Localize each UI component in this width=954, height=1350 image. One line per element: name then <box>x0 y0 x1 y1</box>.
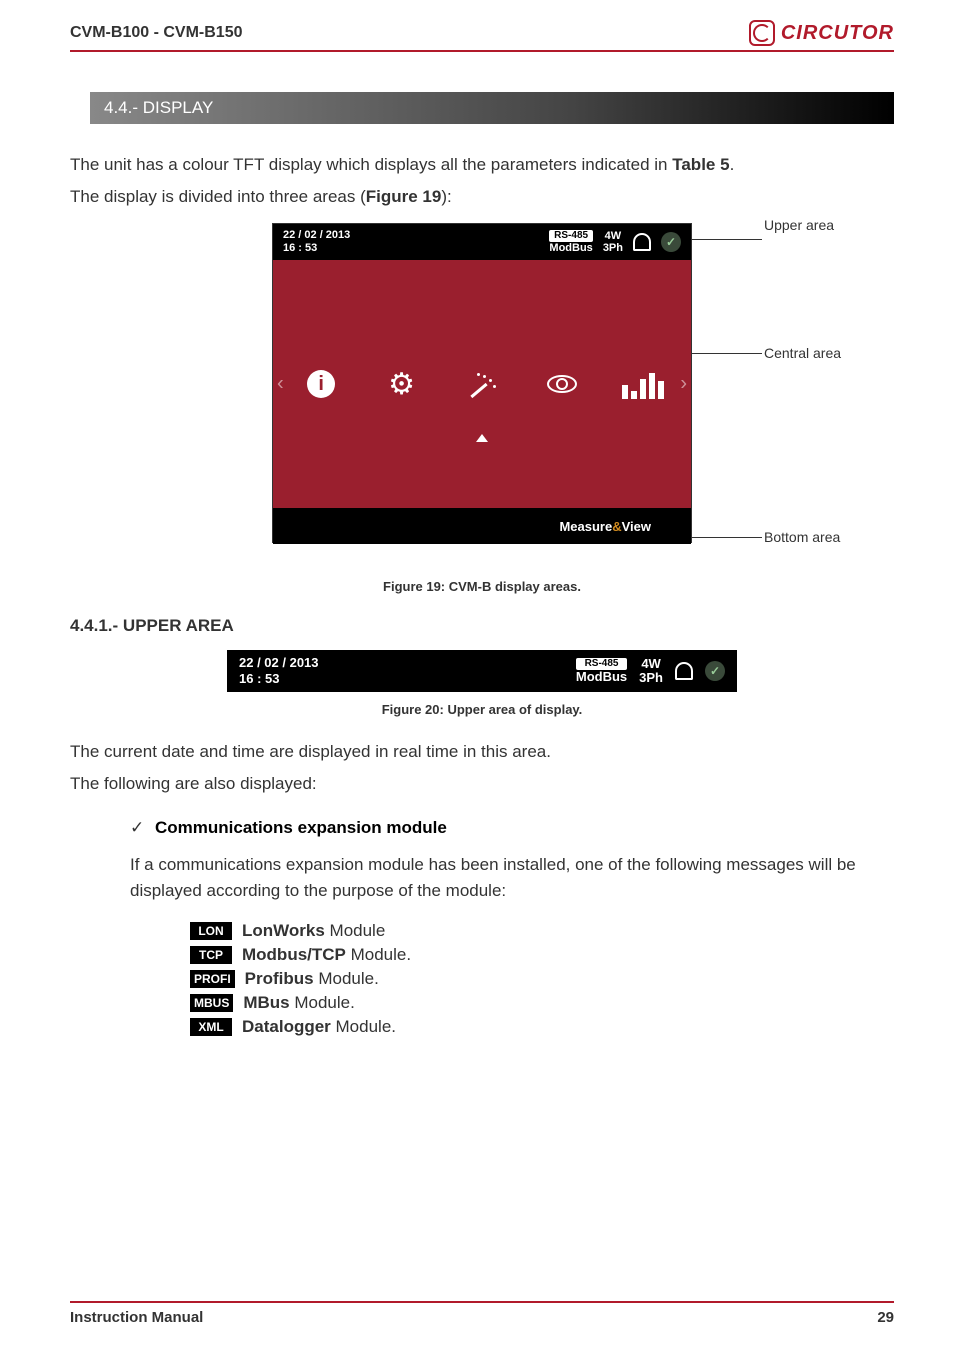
tag-xml: XML <box>190 1018 232 1036</box>
figure-ref: Figure 19 <box>366 187 442 206</box>
rs485-block: RS-485 ModBus <box>549 230 592 254</box>
tag-profi: PROFI <box>190 970 235 988</box>
module-xml-text: Datalogger Module. <box>242 1017 396 1037</box>
intro-2a: The display is divided into three areas … <box>70 187 366 206</box>
module-tcp-rest: Module. <box>346 945 411 964</box>
device-screen: 22 / 02 / 2013 16 : 53 RS-485 ModBus 4W … <box>272 223 692 543</box>
module-row-xml: XML Datalogger Module. <box>190 1017 894 1037</box>
screen-central-area: ‹ i › <box>273 260 691 508</box>
check-icon: ✓ <box>661 232 681 252</box>
callout-line-central <box>692 353 762 354</box>
module-profi-rest: Module. <box>314 969 379 988</box>
bottom-amp: & <box>612 519 621 534</box>
brand-logo: CIRCUTOR <box>749 20 894 46</box>
f20-datetime: 22 / 02 / 2013 16 : 53 <box>239 655 319 686</box>
intro-line-2: The display is divided into three areas … <box>70 184 894 210</box>
info-menu-icon: i <box>303 366 339 402</box>
module-profi-bold: Profibus <box>245 969 314 988</box>
module-mbus-bold: MBus <box>243 993 289 1012</box>
footer-left: Instruction Manual <box>70 1309 203 1326</box>
circutor-icon <box>749 20 775 46</box>
module-mbus-text: MBus Module. <box>243 993 354 1013</box>
module-lon-text: LonWorks Module <box>242 921 385 941</box>
callout-upper: Upper area <box>764 217 834 233</box>
datetime-block: 22 / 02 / 2013 16 : 53 <box>283 229 350 255</box>
table-ref: Table 5 <box>672 155 729 174</box>
callout-central: Central area <box>764 345 841 361</box>
screen-upper-area: 22 / 02 / 2013 16 : 53 RS-485 ModBus 4W … <box>273 224 691 260</box>
callout-line-bottom <box>692 537 762 538</box>
date-text: 22 / 02 / 2013 <box>283 229 350 242</box>
intro-1c: . <box>730 155 735 174</box>
intro-1a: The unit has a colour TFT display which … <box>70 155 672 174</box>
bottom-text-b: View <box>622 519 651 534</box>
device-wrap: 22 / 02 / 2013 16 : 53 RS-485 ModBus 4W … <box>272 223 692 543</box>
callout-line-upper <box>692 239 762 240</box>
f20-time: 16 : 53 <box>239 671 319 687</box>
comm-title: Communications expansion module <box>155 818 447 837</box>
page-header: CVM-B100 - CVM-B150 CIRCUTOR <box>70 20 894 52</box>
gear-icon <box>384 366 420 402</box>
f20-rs485-block: RS-485 ModBus <box>576 658 627 684</box>
comm-desc: If a communications expansion module has… <box>130 852 894 903</box>
upper-desc-2: The following are also displayed: <box>70 771 894 797</box>
upper-desc-1: The current date and time are displayed … <box>70 739 894 765</box>
module-lon-rest: Module <box>325 921 385 940</box>
module-tcp-text: Modbus/TCP Module. <box>242 945 411 965</box>
rs485-badge: RS-485 <box>549 230 592 242</box>
module-xml-rest: Module. <box>331 1017 396 1036</box>
bars-icon <box>625 366 661 402</box>
modbus-text: ModBus <box>549 242 592 254</box>
checkmark-icon: ✓ <box>130 818 144 837</box>
module-row-lon: LON LonWorks Module <box>190 921 894 941</box>
tag-tcp: TCP <box>190 946 232 964</box>
callout-bottom: Bottom area <box>764 529 840 545</box>
module-profi-text: Profibus Module. <box>245 969 379 989</box>
ph3-text: 3Ph <box>603 242 623 254</box>
bottom-text-a: Measure <box>559 519 612 534</box>
module-list: LON LonWorks Module TCP Modbus/TCP Modul… <box>190 921 894 1037</box>
header-title: CVM-B100 - CVM-B150 <box>70 24 242 42</box>
alarm-icon <box>633 233 651 251</box>
module-row-tcp: TCP Modbus/TCP Module. <box>190 945 894 965</box>
page-footer: Instruction Manual 29 <box>70 1301 894 1326</box>
figure-20-caption: Figure 20: Upper area of display. <box>70 702 894 717</box>
f20-modbus: ModBus <box>576 670 627 684</box>
f20-check-icon: ✓ <box>705 661 725 681</box>
comm-heading: ✓ Communications expansion module <box>130 818 894 838</box>
tag-lon: LON <box>190 922 232 940</box>
time-text: 16 : 53 <box>283 242 350 255</box>
w4-text: 4W <box>603 230 623 242</box>
subsection-heading: 4.4.1.- UPPER AREA <box>70 616 894 636</box>
selection-indicator-icon <box>476 434 488 442</box>
f20-w4: 4W <box>639 657 663 671</box>
intro-line-1: The unit has a colour TFT display which … <box>70 152 894 178</box>
intro-2c: ): <box>441 187 451 206</box>
tag-mbus: MBUS <box>190 994 233 1012</box>
module-mbus-rest: Module. <box>290 993 355 1012</box>
module-row-mbus: MBUS MBus Module. <box>190 993 894 1013</box>
f20-ph3: 3Ph <box>639 671 663 685</box>
eye-icon <box>544 366 580 402</box>
wiring-block: 4W 3Ph <box>603 230 623 254</box>
module-tcp-bold: Modbus/TCP <box>242 945 346 964</box>
figure-20-strip: 22 / 02 / 2013 16 : 53 RS-485 ModBus 4W … <box>227 650 737 692</box>
f20-alarm-icon <box>675 662 693 680</box>
module-xml-bold: Datalogger <box>242 1017 331 1036</box>
f20-wiring: 4W 3Ph <box>639 657 663 686</box>
screen-bottom-area: Measure & View <box>273 508 691 544</box>
figure-19-caption: Figure 19: CVM-B display areas. <box>383 579 581 594</box>
chevron-right-icon: › <box>680 373 687 396</box>
brand-name: CIRCUTOR <box>781 22 894 45</box>
section-heading: 4.4.- DISPLAY <box>90 92 894 124</box>
compass-icon <box>464 366 500 402</box>
chevron-left-icon: ‹ <box>277 373 284 396</box>
module-lon-bold: LonWorks <box>242 921 325 940</box>
figure-19: 22 / 02 / 2013 16 : 53 RS-485 ModBus 4W … <box>70 223 894 594</box>
f20-date: 22 / 02 / 2013 <box>239 655 319 671</box>
module-row-profi: PROFI Profibus Module. <box>190 969 894 989</box>
footer-page-number: 29 <box>877 1309 894 1326</box>
